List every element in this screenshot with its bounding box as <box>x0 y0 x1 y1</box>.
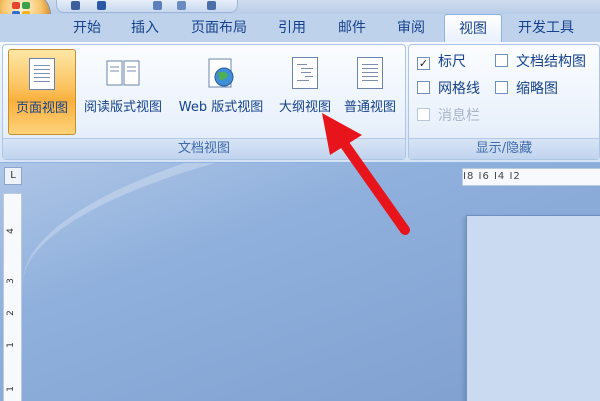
tab-page-layout[interactable]: 页面布局 <box>178 16 260 40</box>
web-layout-button[interactable]: Web 版式视图 <box>171 49 271 133</box>
tab-review[interactable]: 审阅 <box>386 16 436 40</box>
ruler-checkbox[interactable]: ✓ 标尺 <box>417 53 466 71</box>
print-layout-label: 页面视图 <box>15 101 68 116</box>
checkbox-unchecked-icon <box>417 81 430 94</box>
checkbox-unchecked-icon <box>495 54 508 67</box>
vruler-tick: 3 <box>5 278 16 284</box>
tab-developer[interactable]: 开发工具 <box>508 16 584 40</box>
document-map-label: 文档结构图 <box>516 54 586 70</box>
tab-view[interactable]: 视图 <box>444 14 502 43</box>
show-hide-group-label: 显示/隐藏 <box>409 138 599 159</box>
checkbox-unchecked-icon <box>495 81 508 94</box>
outline-icon <box>290 57 320 91</box>
web-layout-label: Web 版式视图 <box>178 100 264 115</box>
print-layout-button[interactable]: 页面视图 <box>8 49 76 135</box>
tab-insert[interactable]: 插入 <box>120 16 170 40</box>
gridlines-label: 网格线 <box>438 81 480 97</box>
document-page[interactable] <box>466 215 600 401</box>
tab-mailings[interactable]: 邮件 <box>326 16 378 40</box>
redo-icon[interactable] <box>153 1 162 10</box>
save-icon[interactable] <box>71 1 80 10</box>
horizontal-ruler[interactable]: I8 I6 I4 I2 <box>462 168 600 186</box>
full-screen-reading-label: 阅读版式视图 <box>83 100 162 115</box>
full-screen-reading-button[interactable]: 阅读版式视图 <box>75 49 171 133</box>
red-arrow-annotation <box>322 113 410 235</box>
tab-references[interactable]: 引用 <box>268 16 316 40</box>
draft-icon <box>355 57 385 91</box>
gridlines-checkbox[interactable]: 网格线 <box>417 80 480 98</box>
ribbon-tabs: 开始 插入 页面布局 引用 邮件 审阅 视图 开发工具 <box>0 14 600 43</box>
print-icon[interactable] <box>177 1 186 10</box>
print-layout-icon <box>27 58 57 92</box>
customize-qat-icon[interactable] <box>207 1 216 10</box>
vertical-ruler[interactable]: 4 3 2 1 1 <box>3 193 22 401</box>
checkbox-checked-icon: ✓ <box>417 57 430 70</box>
vruler-tick: 2 <box>5 310 16 316</box>
quick-access-toolbar <box>56 0 238 13</box>
vruler-tick: 1 <box>5 386 16 392</box>
tab-home[interactable]: 开始 <box>60 16 114 40</box>
message-bar-label: 消息栏 <box>438 108 480 124</box>
vruler-tick: 1 <box>5 342 16 348</box>
vruler-tick: 4 <box>5 228 16 234</box>
thumbnails-label: 缩略图 <box>516 81 558 97</box>
tab-selector-button[interactable]: L <box>4 167 22 185</box>
reading-layout-icon <box>105 57 141 91</box>
undo-icon[interactable] <box>97 1 106 10</box>
group-show-hide: ✓ 标尺 文档结构图 网格线 缩略图 消息栏 显示/隐藏 <box>408 44 600 160</box>
document-map-checkbox[interactable]: 文档结构图 <box>495 53 586 71</box>
thumbnails-checkbox[interactable]: 缩略图 <box>495 80 558 98</box>
web-layout-icon <box>206 57 236 91</box>
ruler-label: 标尺 <box>438 54 466 70</box>
